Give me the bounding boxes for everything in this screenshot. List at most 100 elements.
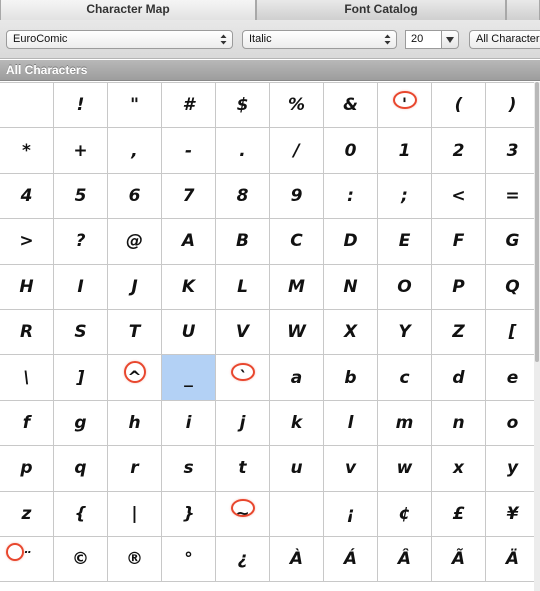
glyph-cell[interactable]: `	[216, 355, 270, 401]
glyph-cell[interactable]: ¡	[324, 491, 378, 537]
glyph-cell[interactable]: ¥	[486, 491, 540, 537]
glyph-cell[interactable]: 4	[0, 173, 54, 220]
tab-character-map[interactable]: Character Map	[0, 0, 256, 21]
glyph-cell[interactable]: "	[108, 83, 162, 129]
glyph-cell[interactable]: À	[270, 537, 324, 583]
glyph-cell[interactable]: T	[108, 310, 162, 356]
glyph-cell[interactable]: w	[378, 446, 432, 492]
glyph-cell[interactable]: ]	[54, 355, 108, 401]
glyph-cell[interactable]: 2	[432, 128, 486, 174]
glyph-cell[interactable]: o	[486, 400, 540, 447]
glyph-cell[interactable]: i	[162, 400, 216, 447]
glyph-cell[interactable]: C	[270, 219, 324, 265]
glyph-cell[interactable]: &	[324, 83, 378, 129]
glyph-cell[interactable]: p	[0, 446, 54, 492]
glyph-cell[interactable]: \	[0, 355, 54, 401]
glyph-cell[interactable]: ¨	[0, 537, 54, 583]
glyph-cell[interactable]: ¿	[216, 537, 270, 583]
font-size-field[interactable]: 20	[405, 30, 442, 49]
glyph-cell[interactable]: 0	[324, 128, 378, 174]
glyph-cell[interactable]: <	[432, 173, 486, 220]
glyph-cell[interactable]: n	[432, 400, 486, 447]
glyph-cell[interactable]: v	[324, 446, 378, 492]
glyph-cell[interactable]: -	[162, 128, 216, 174]
glyph-cell[interactable]	[0, 83, 54, 129]
glyph-cell[interactable]	[270, 491, 324, 537]
glyph-cell[interactable]: z	[0, 491, 54, 537]
glyph-cell[interactable]: A	[162, 219, 216, 265]
glyph-cell[interactable]: ,	[108, 128, 162, 174]
glyph-cell[interactable]: ^	[108, 355, 162, 401]
glyph-cell[interactable]: E	[378, 219, 432, 265]
glyph-cell[interactable]: M	[270, 264, 324, 310]
glyph-cell[interactable]: t	[216, 446, 270, 492]
glyph-cell[interactable]: $	[216, 83, 270, 129]
glyph-cell[interactable]: @	[108, 219, 162, 265]
glyph-cell[interactable]: (	[432, 83, 486, 129]
font-style-popup[interactable]: Italic	[242, 30, 397, 49]
glyph-cell[interactable]: >	[0, 219, 54, 265]
glyph-cell[interactable]: L	[216, 264, 270, 310]
glyph-cell[interactable]: 1	[378, 128, 432, 174]
glyph-cell[interactable]: =	[486, 173, 540, 220]
glyph-cell[interactable]: ¢	[378, 491, 432, 537]
glyph-cell[interactable]: .	[216, 128, 270, 174]
glyph-cell[interactable]: j	[216, 400, 270, 447]
glyph-cell[interactable]: W	[270, 310, 324, 356]
tab-font-catalog[interactable]: Font Catalog	[256, 0, 506, 20]
glyph-cell[interactable]: Â	[378, 537, 432, 583]
glyph-cell[interactable]: *	[0, 128, 54, 174]
glyph-cell[interactable]: s	[162, 446, 216, 492]
character-set-popup[interactable]: All Characters	[469, 30, 540, 49]
glyph-cell[interactable]: ®	[108, 537, 162, 583]
glyph-cell[interactable]: }	[162, 491, 216, 537]
glyph-cell[interactable]: c	[378, 355, 432, 401]
glyph-cell[interactable]: I	[54, 264, 108, 310]
glyph-cell[interactable]: ?	[54, 219, 108, 265]
glyph-cell[interactable]: J	[108, 264, 162, 310]
glyph-cell[interactable]: H	[0, 264, 54, 310]
tab-overflow[interactable]	[506, 0, 540, 20]
scrollbar-thumb[interactable]	[535, 82, 539, 362]
glyph-cell[interactable]: 9	[270, 173, 324, 220]
glyph-cell[interactable]: '	[378, 83, 432, 129]
glyph-cell[interactable]: [	[486, 310, 540, 356]
glyph-cell[interactable]: ~	[216, 491, 270, 537]
glyph-cell[interactable]: m	[378, 400, 432, 447]
glyph-cell[interactable]: F	[432, 219, 486, 265]
glyph-cell[interactable]: K	[162, 264, 216, 310]
glyph-cell[interactable]: V	[216, 310, 270, 356]
glyph-cell[interactable]: e	[486, 355, 540, 401]
glyph-cell[interactable]: P	[432, 264, 486, 310]
glyph-cell[interactable]: +	[54, 128, 108, 174]
glyph-cell[interactable]: 3	[486, 128, 540, 174]
glyph-cell[interactable]: f	[0, 400, 54, 447]
glyph-cell[interactable]: d	[432, 355, 486, 401]
glyph-cell[interactable]: x	[432, 446, 486, 492]
glyph-cell[interactable]: )	[486, 83, 540, 129]
glyph-cell[interactable]: 5	[54, 173, 108, 220]
glyph-cell[interactable]: l	[324, 400, 378, 447]
glyph-cell[interactable]: Á	[324, 537, 378, 583]
glyph-cell[interactable]: Y	[378, 310, 432, 356]
glyph-cell[interactable]: /	[270, 128, 324, 174]
glyph-cell[interactable]: {	[54, 491, 108, 537]
glyph-cell[interactable]: Ã	[432, 537, 486, 583]
glyph-cell[interactable]: |	[108, 491, 162, 537]
glyph-cell[interactable]: ;	[378, 173, 432, 220]
vertical-scrollbar[interactable]	[534, 82, 540, 591]
glyph-cell[interactable]: _	[162, 355, 216, 401]
glyph-cell[interactable]: Ä	[486, 537, 540, 583]
glyph-cell[interactable]: Z	[432, 310, 486, 356]
glyph-cell[interactable]: k	[270, 400, 324, 447]
glyph-cell[interactable]: :	[324, 173, 378, 220]
glyph-cell[interactable]: h	[108, 400, 162, 447]
glyph-cell[interactable]: %	[270, 83, 324, 129]
glyph-cell[interactable]: ©	[54, 537, 108, 583]
glyph-cell[interactable]: £	[432, 491, 486, 537]
glyph-cell[interactable]: b	[324, 355, 378, 401]
glyph-cell[interactable]: R	[0, 310, 54, 356]
glyph-cell[interactable]: y	[486, 446, 540, 492]
glyph-cell[interactable]: 6	[108, 173, 162, 220]
glyph-cell[interactable]: g	[54, 400, 108, 447]
